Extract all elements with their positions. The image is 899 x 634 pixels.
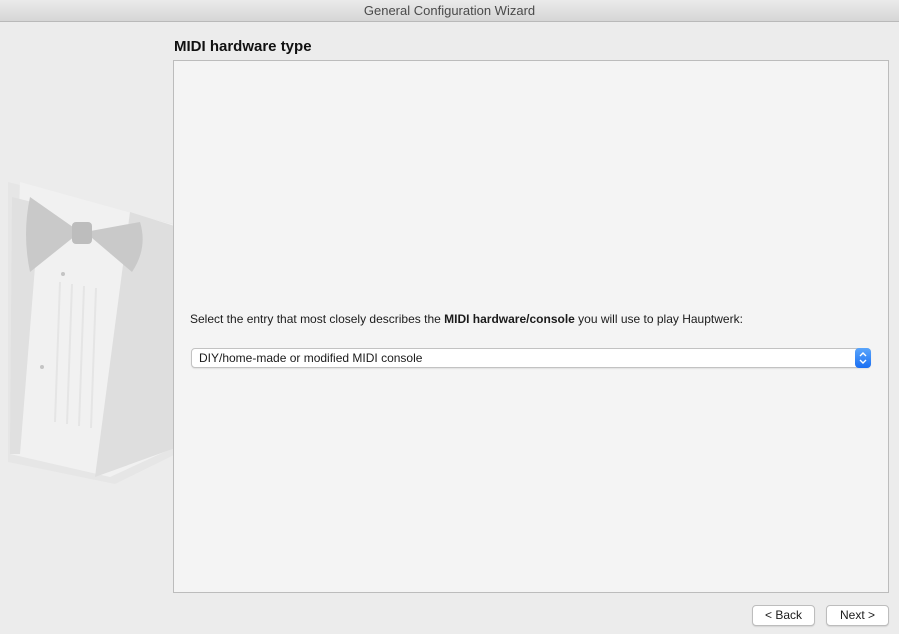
page-title: MIDI hardware type bbox=[174, 38, 312, 55]
instruction-bold: MIDI hardware/console bbox=[444, 312, 575, 326]
back-button[interactable]: < Back bbox=[752, 605, 815, 626]
updown-chevrons-icon[interactable] bbox=[855, 348, 871, 368]
midi-hardware-select[interactable]: DIY/home-made or modified MIDI console bbox=[191, 348, 871, 368]
instruction-text: Select the entry that most closely descr… bbox=[190, 312, 743, 326]
instruction-prefix: Select the entry that most closely descr… bbox=[190, 312, 445, 326]
next-button[interactable]: Next > bbox=[826, 605, 889, 626]
instruction-suffix: you will use to play Hauptwerk: bbox=[574, 312, 743, 326]
wizard-window: General Configuration Wizard MIDI hardwa… bbox=[0, 0, 899, 634]
window-title: General Configuration Wizard bbox=[363, 3, 536, 18]
content-panel: Select the entry that most closely descr… bbox=[173, 60, 889, 593]
select-value: DIY/home-made or modified MIDI console bbox=[199, 351, 423, 365]
window-titlebar[interactable]: General Configuration Wizard bbox=[0, 0, 899, 22]
